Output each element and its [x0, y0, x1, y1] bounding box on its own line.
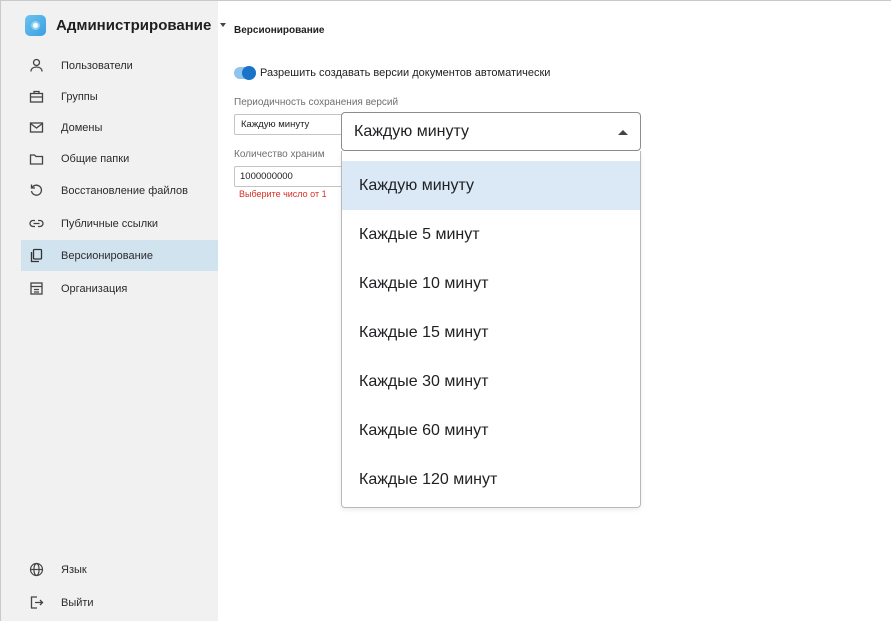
- user-icon: [29, 58, 44, 73]
- sidebar-item-public-links[interactable]: Публичные ссылки: [21, 208, 218, 239]
- globe-icon: [29, 562, 44, 577]
- sidebar-item-shared-folders[interactable]: Общие папки: [21, 143, 218, 174]
- caret-down-icon: [220, 23, 227, 27]
- sidebar-item-label: Публичные ссылки: [61, 217, 159, 230]
- sidebar-item-versioning[interactable]: Версионирование: [21, 240, 218, 271]
- sidebar-item-label: Общие папки: [61, 152, 130, 165]
- sidebar-item-logout[interactable]: Выйти: [21, 587, 218, 618]
- sidebar-item-label: Версионирование: [61, 249, 153, 262]
- sidebar-item-label: Группы: [61, 90, 98, 103]
- page-title: Версионирование: [234, 25, 325, 36]
- dropdown-option[interactable]: Каждые 30 минут: [342, 357, 640, 406]
- dropdown-option[interactable]: Каждые 120 минут: [342, 455, 640, 504]
- window-border-left: [0, 0, 1, 621]
- briefcase-icon: [29, 89, 44, 104]
- period-dropdown-value: Каждую минуту: [354, 123, 469, 140]
- caret-up-icon: [618, 130, 628, 135]
- period-select-value: Каждую минуту: [241, 119, 310, 130]
- restore-icon: [29, 183, 44, 198]
- app-logo-icon: [25, 14, 46, 36]
- sidebar-item-language[interactable]: Язык: [21, 554, 218, 585]
- app-title: Администрирование: [56, 16, 212, 34]
- sidebar-item-label: Язык: [61, 563, 87, 576]
- count-label: Количество храним: [234, 149, 325, 160]
- auto-versions-toggle[interactable]: [234, 66, 256, 80]
- period-label: Периодичность сохранения версий: [234, 97, 399, 108]
- dropdown-option[interactable]: Каждые 10 минут: [342, 259, 640, 308]
- period-dropdown-field[interactable]: Каждую минуту: [341, 112, 641, 151]
- sidebar-item-groups[interactable]: Группы: [21, 81, 218, 112]
- building-icon: [29, 281, 44, 296]
- app-switcher[interactable]: Администрирование: [25, 14, 227, 36]
- count-input-value: 1000000000: [240, 171, 293, 182]
- mail-icon: [29, 120, 44, 135]
- sidebar-item-label: Восстановление файлов: [61, 184, 189, 197]
- sidebar-item-label: Организация: [61, 282, 128, 295]
- toggle-knob: [242, 66, 256, 80]
- sidebar: Администрирование Пользователи Группы До…: [0, 0, 227, 621]
- sidebar-item-users[interactable]: Пользователи: [21, 50, 218, 81]
- logout-icon: [29, 595, 44, 610]
- auto-versions-label: Разрешить создавать версии документов ав…: [260, 67, 551, 79]
- copy-icon: [29, 248, 44, 263]
- sidebar-item-organization[interactable]: Организация: [21, 273, 218, 304]
- period-dropdown-menu: Каждую минуту Каждые 5 минут Каждые 10 м…: [341, 151, 641, 508]
- sidebar-item-file-restore[interactable]: Восстановление файлов: [21, 175, 218, 206]
- count-input[interactable]: 1000000000: [234, 166, 344, 187]
- dropdown-option[interactable]: Каждые 5 минут: [342, 210, 640, 259]
- count-error-message: Выберите число от 1: [239, 189, 327, 199]
- sidebar-item-label: Пользователи: [61, 59, 133, 72]
- period-select[interactable]: Каждую минуту: [234, 114, 344, 135]
- window-border-top: [0, 0, 891, 1]
- dropdown-option[interactable]: Каждые 60 минут: [342, 406, 640, 455]
- link-icon: [29, 216, 44, 231]
- folder-icon: [29, 151, 44, 166]
- dropdown-option[interactable]: Каждые 15 минут: [342, 308, 640, 357]
- dropdown-option[interactable]: Каждую минуту: [342, 161, 640, 210]
- sidebar-item-label: Выйти: [61, 596, 94, 609]
- sidebar-item-domains[interactable]: Домены: [21, 112, 218, 143]
- sidebar-item-label: Домены: [61, 121, 103, 134]
